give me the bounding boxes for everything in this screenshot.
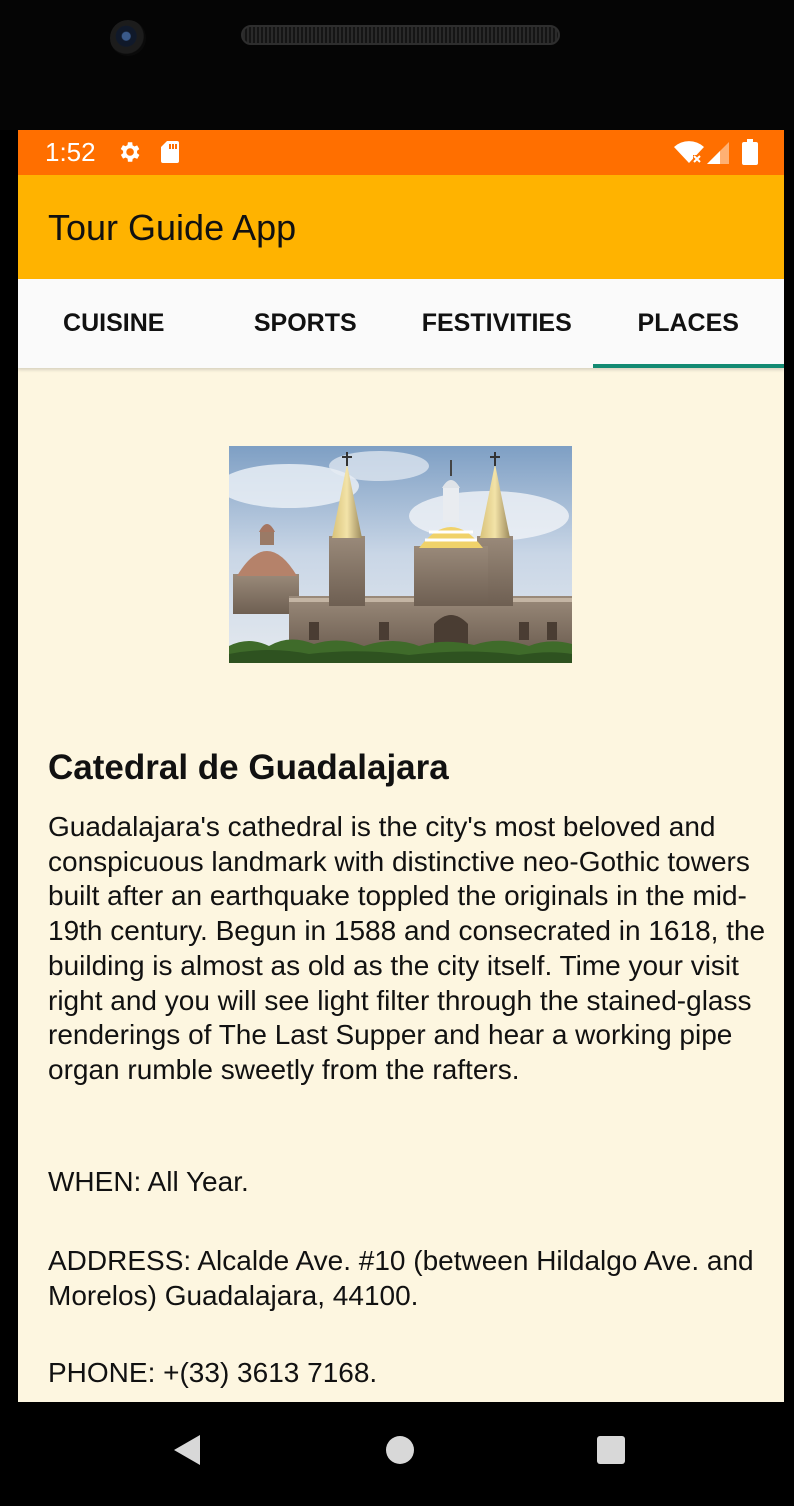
home-icon[interactable] <box>386 1436 414 1464</box>
place-phone: PHONE: +(33) 3613 7168. <box>48 1357 378 1388</box>
recents-icon[interactable] <box>597 1436 625 1464</box>
place-title: Catedral de Guadalajara <box>48 748 449 787</box>
signal-icon <box>707 142 729 164</box>
earpiece-speaker <box>241 25 560 45</box>
battery-icon <box>742 139 758 165</box>
tab-festivities[interactable]: FESTIVITIES <box>401 279 593 368</box>
gear-icon <box>120 142 140 162</box>
sd-card-icon <box>161 141 179 163</box>
place-when: WHEN: All Year. <box>48 1166 249 1197</box>
app-bar: Tour Guide App <box>18 175 784 279</box>
back-icon[interactable] <box>172 1434 202 1466</box>
tab-cuisine[interactable]: CUISINE <box>18 279 210 368</box>
place-description: Guadalajara's cathedral is the city's mo… <box>48 811 766 1085</box>
tab-bar: CUISINE SPORTS FESTIVITIES PLACES <box>18 279 784 368</box>
status-time: 1:52 <box>45 137 96 167</box>
tab-places[interactable]: PLACES <box>593 279 785 368</box>
cathedral-image <box>229 446 572 663</box>
app-screen: 1:52 Tour Guide App CUISINE SPORTS FESTI… <box>18 130 784 1402</box>
place-address: ADDRESS: Alcalde Ave. #10 (between Hilda… <box>48 1245 754 1311</box>
wifi-icon <box>674 141 704 165</box>
navigation-bar <box>0 1402 794 1506</box>
front-camera <box>110 20 146 56</box>
device-top-bezel <box>0 0 794 130</box>
status-bar: 1:52 <box>18 130 784 175</box>
tab-sports[interactable]: SPORTS <box>210 279 402 368</box>
selected-tab-indicator <box>593 364 784 368</box>
app-title: Tour Guide App <box>48 207 297 248</box>
